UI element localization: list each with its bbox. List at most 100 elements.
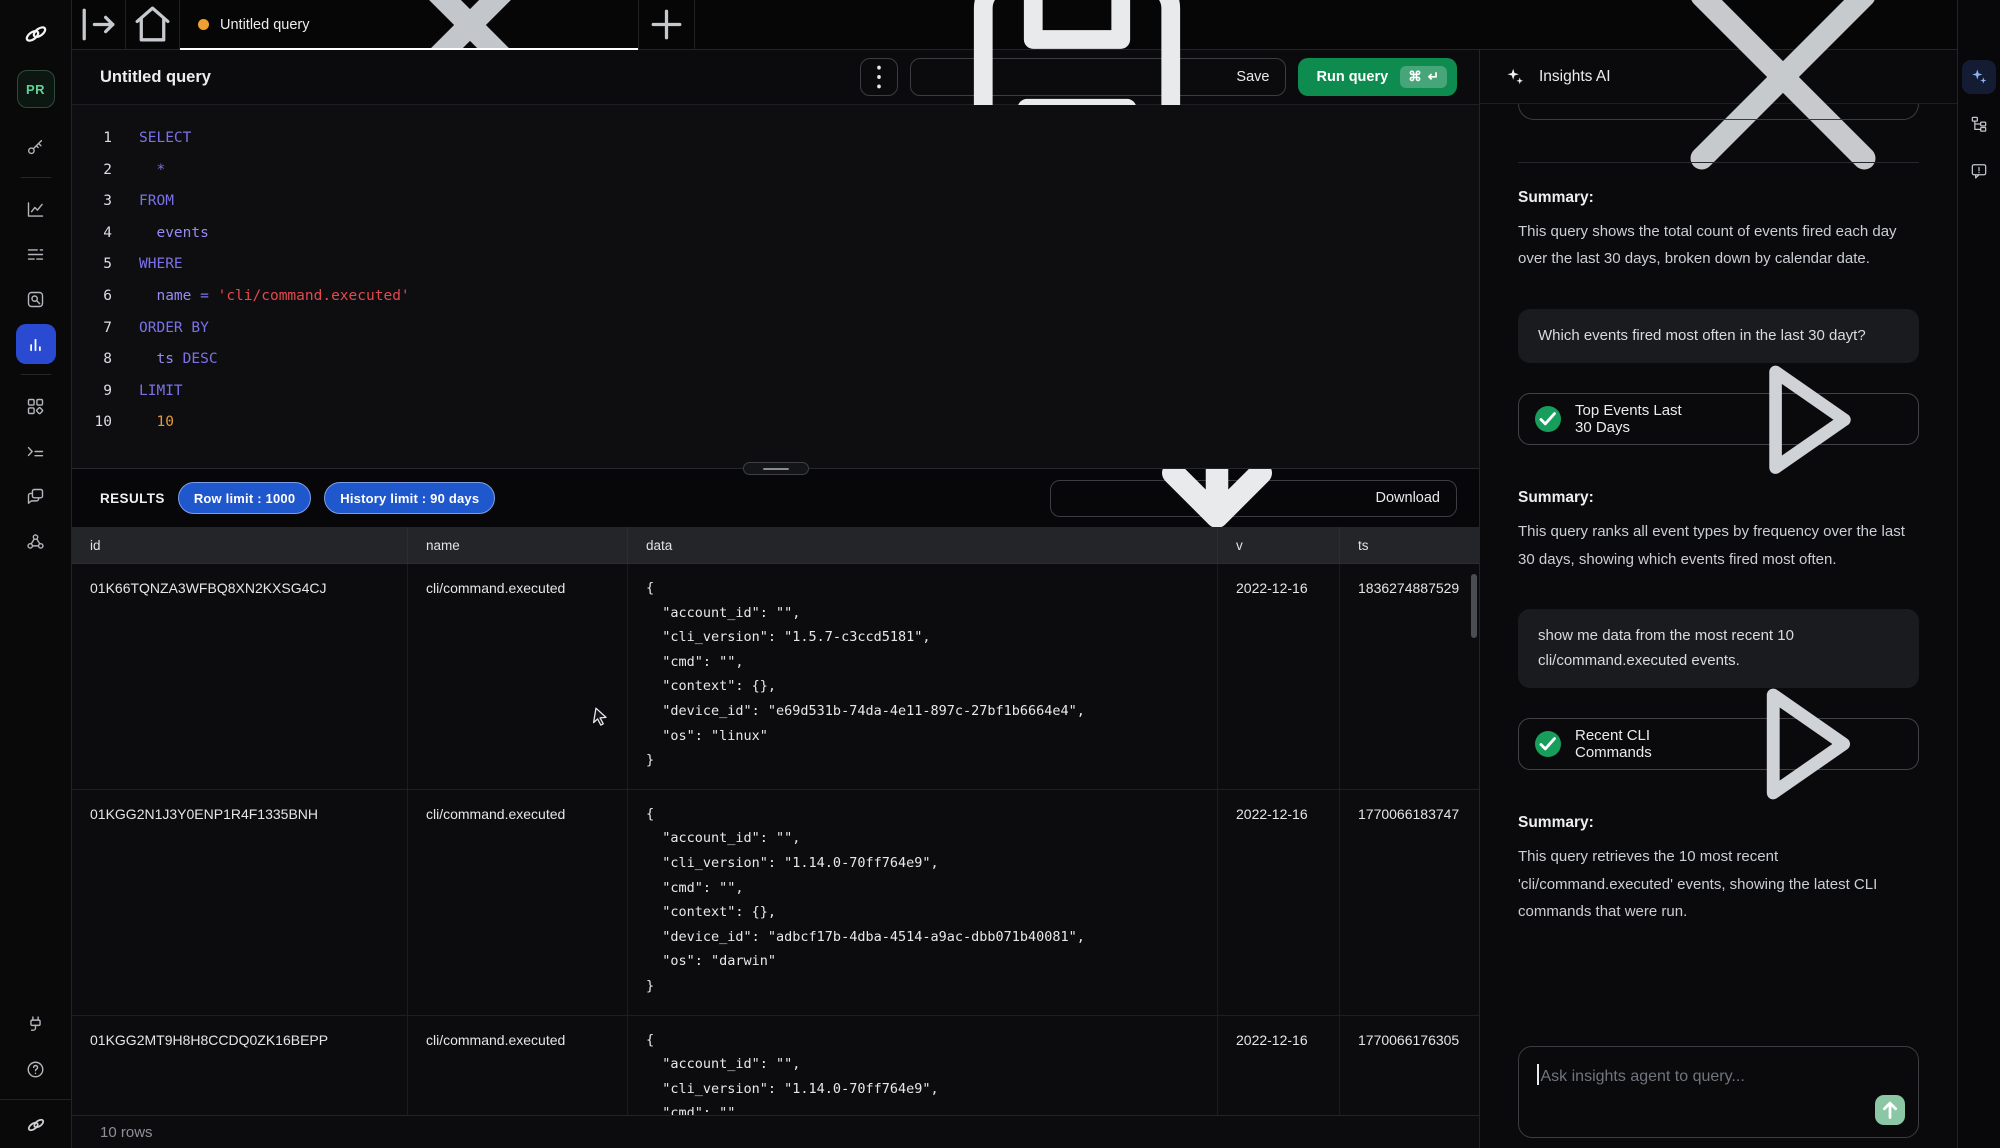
- summary-heading: Summary:: [1518, 189, 1919, 207]
- search-doc-icon: [25, 289, 46, 310]
- insights-header: Insights AI: [1480, 50, 1957, 104]
- webhook-icon: [25, 531, 46, 552]
- row-count: 10 rows: [100, 1124, 153, 1141]
- insights-conversation: Summary: This query shows the total count…: [1480, 104, 1957, 1040]
- results-label: RESULTS: [100, 491, 165, 506]
- rail-item-insights-ai[interactable]: [1962, 60, 1996, 94]
- play-icon[interactable]: [1696, 641, 1902, 847]
- limit-badge-1: History limit : 90 days: [324, 482, 495, 514]
- check-circle-icon: [1535, 731, 1561, 757]
- query-card-label: Recent CLI Commands: [1575, 727, 1682, 761]
- sidebar-item-console[interactable]: [16, 431, 56, 471]
- sidebar-divider: [21, 374, 51, 375]
- sidebar-item-chat[interactable]: [16, 476, 56, 516]
- line-number: 8: [72, 344, 112, 376]
- chat-frames-icon: [25, 486, 46, 507]
- table-header: idnamedatavts: [72, 527, 1479, 564]
- feedback-icon: [1969, 161, 1989, 181]
- table-row[interactable]: 01KGG2N1J3Y0ENP1R4F1335BNHcli/command.ex…: [72, 790, 1479, 1016]
- page-title: Untitled query: [100, 68, 211, 87]
- sidebar-item-query[interactable]: [16, 324, 56, 364]
- cell-ts: 1770066183747: [1340, 790, 1479, 1015]
- query-header: Untitled query Save Run query ⌘↵: [72, 50, 1479, 105]
- new-tab-button[interactable]: [639, 0, 695, 49]
- column-header-id: id: [72, 527, 408, 563]
- sidebar-item-dashboards[interactable]: [16, 189, 56, 229]
- text-caret: [1537, 1064, 1539, 1085]
- avatar[interactable]: PR: [17, 70, 55, 108]
- code-line: 6 name = 'cli/command.executed': [72, 281, 1479, 313]
- collapse-sidebar-icon[interactable]: [72, 0, 126, 49]
- insights-panel: Insights AI Summary: This query shows the…: [1479, 50, 1957, 1148]
- query-actions: Save Run query ⌘↵: [860, 58, 1457, 96]
- sidebar-item-integrations[interactable]: [16, 1004, 56, 1044]
- line-number: 4: [72, 218, 112, 250]
- run-query-button[interactable]: Run query ⌘↵: [1298, 58, 1457, 96]
- limit-badge-0: Row limit : 1000: [178, 482, 311, 514]
- code-line: 5WHERE: [72, 249, 1479, 281]
- tab-label: Untitled query: [220, 17, 309, 33]
- column-header-ts: ts: [1340, 527, 1479, 563]
- line-number: 10: [72, 407, 112, 439]
- sidebar-item-webhooks[interactable]: [16, 521, 56, 561]
- sidebar-item-help[interactable]: [16, 1049, 56, 1089]
- cell-v: 2022-12-16: [1218, 790, 1340, 1015]
- results-toolbar: RESULTS Row limit : 1000 History limit : …: [72, 469, 1479, 527]
- cell-ts: 1836274887529: [1340, 564, 1479, 789]
- saved-query-card[interactable]: Top Events Last 30 Days: [1518, 393, 1919, 445]
- line-number: 9: [72, 376, 112, 408]
- sidebar-divider: [21, 177, 51, 178]
- sparkles-icon: [1504, 66, 1526, 88]
- line-number: 7: [72, 313, 112, 345]
- summary-text: This query shows the total count of even…: [1518, 218, 1919, 273]
- cell-v: 2022-12-16: [1218, 1016, 1340, 1116]
- cell-data: { "account_id": "", "cli_version": "1.5.…: [628, 564, 1218, 789]
- sparkles-icon: [1969, 67, 1989, 87]
- line-number: 2: [72, 155, 112, 187]
- table-row[interactable]: 01K66TQNZA3WFBQ8XN2KXSG4CJcli/command.ex…: [72, 564, 1479, 790]
- rail-item-feedback[interactable]: [1962, 154, 1996, 188]
- summary-text: This query ranks all event types by freq…: [1518, 518, 1919, 573]
- sidebar-item-streams[interactable]: [16, 234, 56, 274]
- sidebar-item-apps[interactable]: [16, 386, 56, 426]
- tab-untitled-query[interactable]: Untitled query: [180, 0, 639, 49]
- rail-item-schema[interactable]: [1962, 107, 1996, 141]
- code-line: 1SELECT: [72, 123, 1479, 155]
- line-number: 1: [72, 123, 112, 155]
- schema-tree-icon: [1969, 114, 1989, 134]
- sidebar-item-api-keys[interactable]: [16, 127, 56, 167]
- plug-icon: [25, 1014, 46, 1035]
- pane-resize-handle[interactable]: [743, 462, 809, 475]
- cell-data: { "account_id": "", "cli_version": "1.14…: [628, 1016, 1218, 1116]
- left-sidebar: PR: [0, 0, 72, 1148]
- table-scrollbar[interactable]: [1471, 574, 1477, 638]
- home-icon[interactable]: [126, 0, 180, 49]
- insights-input[interactable]: Ask insights agent to query...: [1518, 1046, 1919, 1138]
- chart-line-icon: [25, 199, 46, 220]
- saved-query-card[interactable]: Recent CLI Commands: [1518, 718, 1919, 770]
- code-line: 3FROM: [72, 186, 1479, 218]
- right-icon-rail: [1957, 0, 2000, 1148]
- sidebar-item-explore[interactable]: [16, 279, 56, 319]
- sidebar-bottom: [0, 999, 71, 1148]
- save-button[interactable]: Save: [910, 58, 1286, 96]
- cell-id: 01KGG2MT9H8H8CCDQ0ZK16BEPP: [72, 1016, 408, 1116]
- code-line: 9LIMIT: [72, 376, 1479, 408]
- table-row[interactable]: 01KGG2MT9H8H8CCDQ0ZK16BEPPcli/command.ex…: [72, 1016, 1479, 1116]
- key-icon: [25, 137, 46, 158]
- conversation-divider: [1518, 162, 1919, 163]
- column-header-v: v: [1218, 527, 1340, 563]
- sql-editor[interactable]: 1SELECT2 *3FROM4 events5WHERE6 name = 'c…: [72, 105, 1479, 469]
- cell-name: cli/command.executed: [408, 564, 628, 789]
- download-button[interactable]: Download: [1050, 480, 1458, 517]
- cell-name: cli/command.executed: [408, 1016, 628, 1116]
- play-icon[interactable]: [1700, 319, 1902, 521]
- check-circle-icon: [1535, 406, 1561, 432]
- stream-rows-icon: [25, 244, 46, 265]
- cell-data: { "account_id": "", "cli_version": "1.14…: [628, 790, 1218, 1015]
- code-line: 2 *: [72, 155, 1479, 187]
- column-header-name: name: [408, 527, 628, 563]
- summary-text: This query retrieves the 10 most recent …: [1518, 843, 1919, 925]
- send-button[interactable]: [1875, 1095, 1905, 1125]
- more-options-button[interactable]: [860, 58, 898, 96]
